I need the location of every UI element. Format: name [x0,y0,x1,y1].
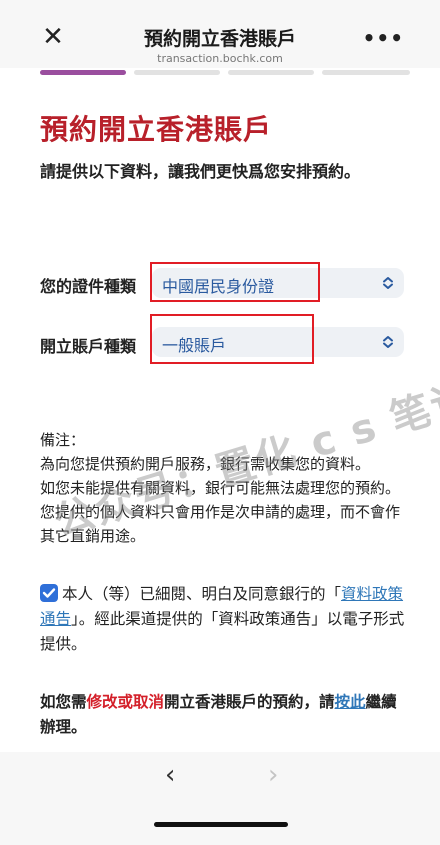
chevron-updown-icon [383,277,393,289]
click-here-link[interactable]: 按此 [335,693,366,711]
checkmark-icon [42,588,56,598]
header-domain: transaction.bochk.com [157,52,283,65]
back-arrow-icon[interactable]: ‹ [165,760,175,790]
chevron-updown-icon [383,336,393,348]
browser-bottom-bar: ‹ › [0,752,440,845]
consent-text-after: 」。經此渠道提供的「資料政策通告」以電子形式提供。 [40,610,405,653]
more-icon[interactable]: ••• [363,26,404,50]
step-progress [40,70,410,75]
note-part-2: 開立香港賬戶的預約，請 [164,693,335,711]
note-part-1: 如您需 [40,693,87,711]
progress-step-4 [322,70,410,75]
id-type-label: 您的證件種類 [40,277,137,296]
consent-text-before: 本人（等）已細閱、明白及同意銀行的「 [62,585,342,603]
forward-arrow-icon[interactable]: › [268,760,278,790]
consent-checkbox[interactable] [40,584,58,602]
consent-section: 本人（等）已細閱、明白及同意銀行的「資料政策通告」。經此渠道提供的「資料政策通告… [40,582,408,657]
progress-step-1 [40,70,126,75]
modify-cancel-note: 如您需修改或取消開立香港賬戶的預約，請按此繼續辦理。 [40,690,410,740]
progress-step-2 [134,70,220,75]
account-type-label: 開立賬戶種類 [40,337,137,356]
browser-header: ✕ 預約開立香港賬戶 transaction.bochk.com ••• [0,0,440,68]
page-intro: 請提供以下資料，讓我們更快爲您安排預約。 [40,162,361,181]
note-emphasis: 修改或取消 [86,693,165,711]
home-indicator [154,822,288,827]
highlight-box-id-type [150,262,320,302]
page-title: 預約開立香港賬戶 [40,113,273,146]
highlight-box-account-type [150,314,314,364]
progress-step-3 [228,70,314,75]
